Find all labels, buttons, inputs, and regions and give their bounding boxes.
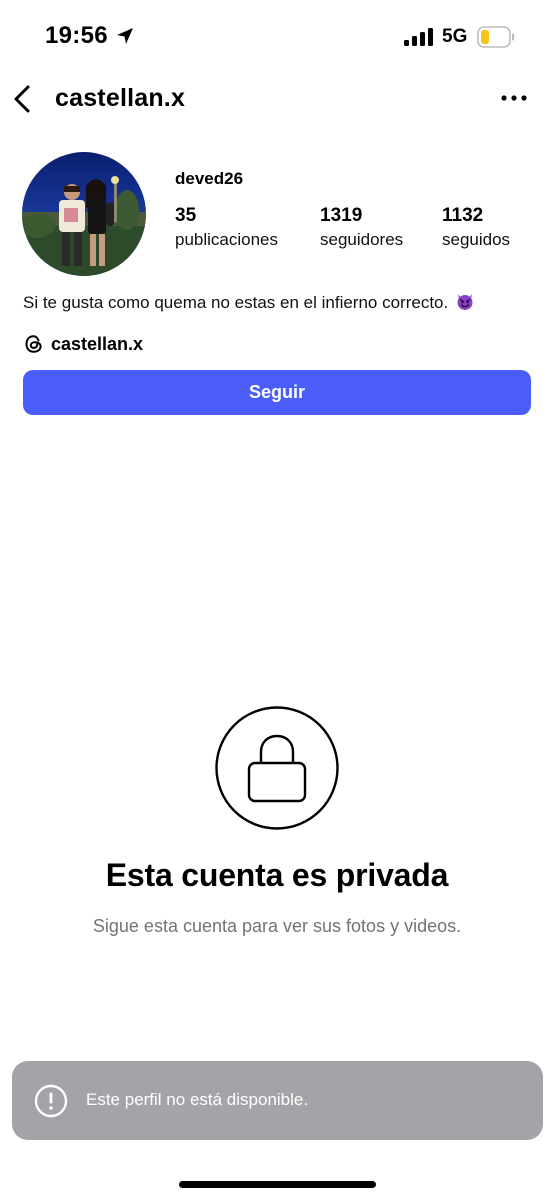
threads-icon: [25, 335, 42, 353]
display-name: deved26: [175, 169, 244, 188]
stat-posts-label: publicaciones: [175, 230, 279, 249]
avatar-photo: [22, 152, 146, 276]
devil-emoji-icon: [457, 294, 473, 310]
avatar[interactable]: [22, 152, 146, 276]
stat-following-value: 1132: [442, 205, 484, 226]
lock-icon: [215, 706, 339, 830]
stat-following-label: seguidos: [442, 230, 511, 249]
home-indicator[interactable]: [179, 1181, 376, 1188]
stat-followers-value: 1319: [320, 205, 363, 226]
stat-posts[interactable]: 35 publicaciones: [175, 205, 278, 250]
alert-icon: [34, 1084, 68, 1118]
network-label: 5G: [442, 26, 468, 47]
more-horizontal-icon[interactable]: [500, 90, 528, 106]
threads-handle: castellan.x: [51, 333, 144, 354]
bio-text: Si te gusta como quema no estas en el in…: [23, 293, 449, 312]
stat-posts-value: 35: [175, 205, 197, 226]
battery-low-icon: [477, 26, 515, 48]
private-account-title: Esta cuenta es privada: [105, 857, 449, 893]
unavailable-toast: Este perfil no está disponible.: [12, 1061, 543, 1140]
header-username: castellan.x: [55, 84, 186, 112]
location-arrow-icon: [117, 28, 133, 44]
threads-link[interactable]: castellan.x: [23, 331, 143, 357]
toast-message: Este perfil no está disponible.: [86, 1090, 309, 1109]
private-account-subtitle: Sigue esta cuenta para ver sus fotos y v…: [92, 916, 462, 936]
status-time: 19:56: [45, 22, 108, 49]
follow-button[interactable]: Seguir: [23, 370, 531, 415]
profile-header: castellan.x: [0, 74, 554, 124]
stat-followers[interactable]: 1319 seguidores: [320, 205, 403, 250]
stat-followers-label: seguidores: [320, 230, 404, 249]
cellular-signal-icon: [404, 28, 434, 46]
chevron-left-icon[interactable]: [10, 82, 34, 116]
stat-following[interactable]: 1132 seguidos: [442, 205, 510, 250]
status-bar: 19:56 5G: [0, 0, 554, 74]
profile-bio: Si te gusta como quema no estas en el in…: [23, 291, 475, 313]
